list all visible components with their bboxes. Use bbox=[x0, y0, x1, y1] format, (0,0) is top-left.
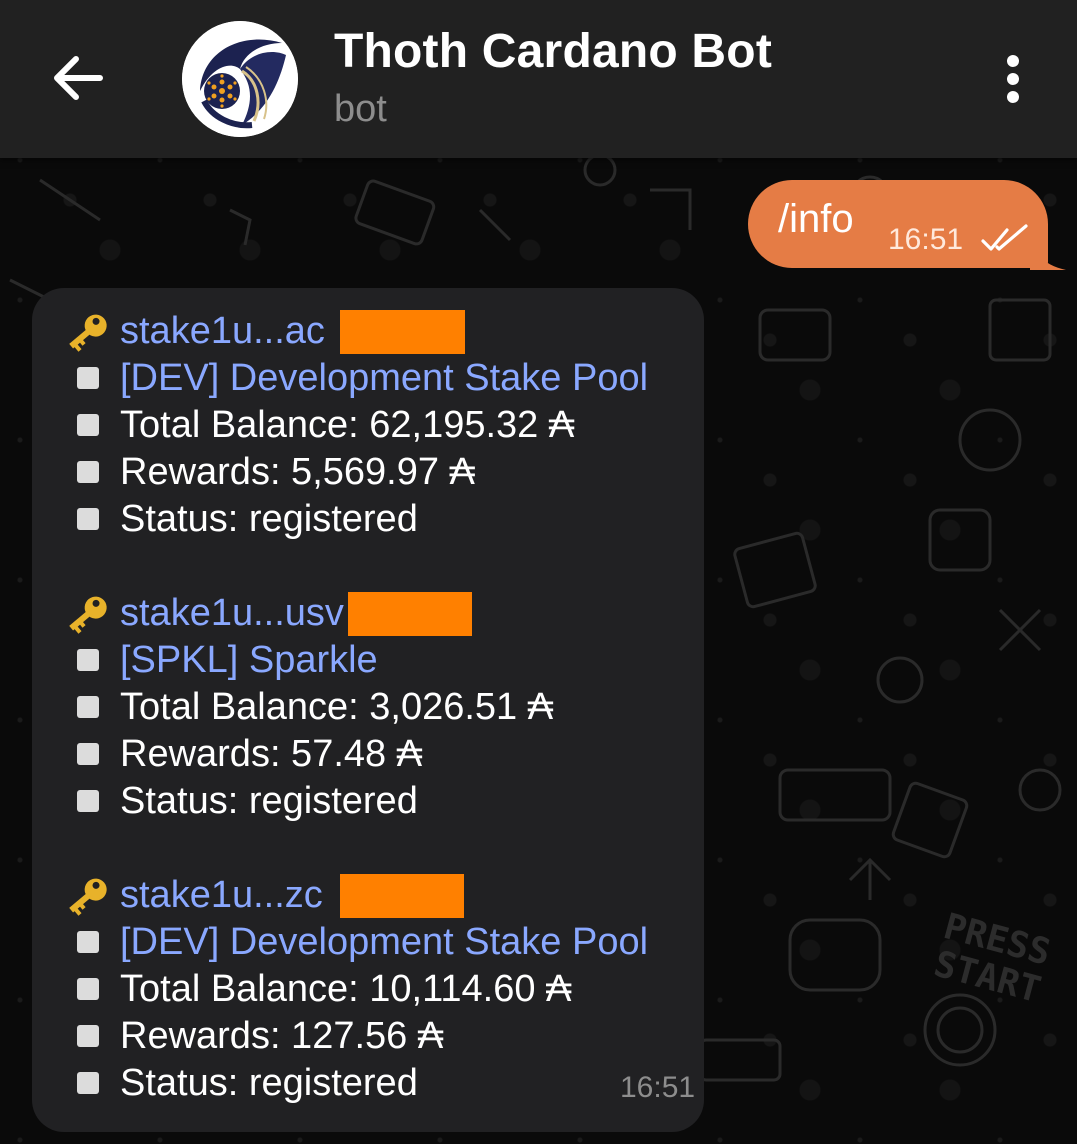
account-balance-row: Total Balance: 10,114.60 ₳ bbox=[32, 966, 704, 1012]
rewards-text: Rewards: 57.48 ₳ bbox=[120, 733, 423, 775]
account-balance-row: Total Balance: 3,026.51 ₳ bbox=[32, 684, 704, 730]
bullet-icon bbox=[77, 649, 99, 671]
double-check-icon bbox=[981, 224, 1028, 251]
account-pool-row: [DEV] Development Stake Pool bbox=[32, 355, 704, 401]
account-rewards-row: Rewards: 57.48 ₳ bbox=[32, 731, 704, 777]
stake-pool-link[interactable]: [DEV] Development Stake Pool bbox=[120, 355, 648, 401]
rewards-text: Rewards: 5,569.97 ₳ bbox=[120, 451, 475, 493]
account-rewards-row: Rewards: 127.56 ₳ bbox=[32, 1013, 704, 1059]
account-status-row: Status: registered bbox=[32, 778, 704, 824]
chat-title[interactable]: Thoth Cardano Bot bbox=[334, 24, 772, 79]
account-pool-row: [DEV] Development Stake Pool bbox=[32, 919, 704, 965]
bullet-icon bbox=[77, 790, 99, 812]
stake-address-link[interactable]: stake1u...ac bbox=[120, 308, 325, 354]
outgoing-message-text: /info bbox=[778, 197, 854, 241]
thoth-logo-icon bbox=[182, 21, 298, 137]
total-balance-text: Total Balance: 3,026.51 ₳ bbox=[120, 686, 554, 728]
stake-address-link[interactable]: stake1u...usv bbox=[120, 590, 344, 636]
status-text: Status: registered bbox=[120, 780, 418, 822]
bullet-icon bbox=[77, 931, 99, 953]
redaction-mark bbox=[348, 592, 472, 636]
key-icon bbox=[69, 878, 107, 916]
account-balance-row: Total Balance: 62,195.32 ₳ bbox=[32, 402, 704, 448]
account-status-row: Status: registered bbox=[32, 496, 704, 542]
rewards-text: Rewards: 127.56 ₳ bbox=[120, 1015, 444, 1057]
stake-pool-link[interactable]: [SPKL] Sparkle bbox=[120, 637, 378, 683]
key-icon bbox=[69, 596, 107, 634]
stake-pool-link[interactable]: [DEV] Development Stake Pool bbox=[120, 919, 648, 965]
incoming-message-time: 16:51 bbox=[620, 1071, 696, 1104]
bullet-icon bbox=[77, 508, 99, 530]
bot-avatar[interactable] bbox=[182, 21, 298, 137]
bullet-icon bbox=[77, 414, 99, 436]
bullet-icon bbox=[77, 743, 99, 765]
account-address-row: stake1u...ac bbox=[32, 308, 704, 354]
back-button[interactable] bbox=[48, 48, 108, 108]
status-text: Status: registered bbox=[120, 498, 418, 540]
chat-subtitle: bot bbox=[334, 88, 387, 130]
account-pool-row: [SPKL] Sparkle bbox=[32, 637, 704, 683]
more-vertical-icon bbox=[1007, 55, 1019, 103]
account-address-row: stake1u...zc bbox=[32, 872, 704, 918]
redaction-mark bbox=[340, 874, 464, 918]
status-text: Status: registered bbox=[120, 1062, 418, 1104]
bullet-icon bbox=[77, 1025, 99, 1047]
total-balance-text: Total Balance: 10,114.60 ₳ bbox=[120, 968, 572, 1010]
stake-address-link[interactable]: stake1u...zc bbox=[120, 872, 323, 918]
bullet-icon bbox=[77, 461, 99, 483]
arrow-left-icon bbox=[54, 56, 103, 100]
outgoing-message-time: 16:51 bbox=[888, 223, 964, 256]
chat-header: Thoth Cardano Bot bot bbox=[0, 0, 1077, 158]
more-options-button[interactable] bbox=[996, 54, 1030, 106]
account-rewards-row: Rewards: 5,569.97 ₳ bbox=[32, 449, 704, 495]
account-status-row: Status: registered bbox=[32, 1060, 704, 1106]
bullet-icon bbox=[77, 696, 99, 718]
total-balance-text: Total Balance: 62,195.32 ₳ bbox=[120, 404, 575, 446]
key-icon bbox=[69, 314, 107, 352]
bullet-icon bbox=[77, 978, 99, 1000]
redaction-mark bbox=[340, 310, 465, 354]
bullet-icon bbox=[77, 1072, 99, 1094]
incoming-message-bubble[interactable]: stake1u...ac [DEV] Development Stake Poo… bbox=[32, 288, 704, 1132]
bullet-icon bbox=[77, 367, 99, 389]
account-address-row: stake1u...usv bbox=[32, 590, 704, 636]
